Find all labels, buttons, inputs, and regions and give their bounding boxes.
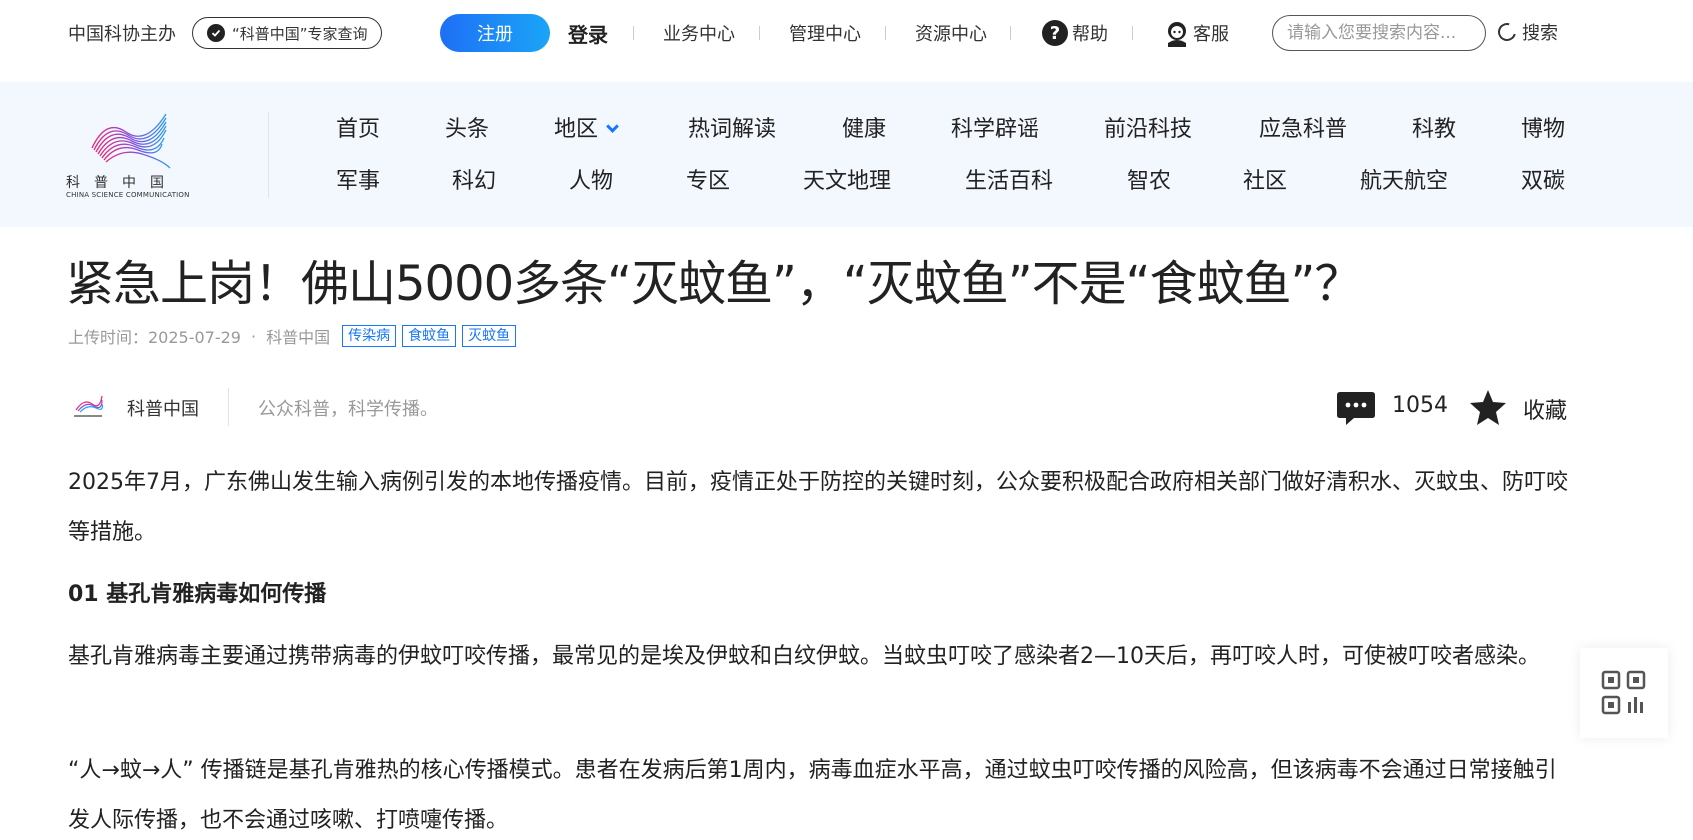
nav-item-hot-words[interactable]: 热词解读: [688, 111, 776, 143]
comment-count[interactable]: 1054: [1392, 393, 1448, 418]
nav-item-agriculture[interactable]: 智农: [1127, 163, 1171, 195]
nav-item-region[interactable]: 地区: [554, 111, 619, 143]
qr-code-icon: [1601, 670, 1646, 715]
upload-time: 上传时间：2025-07-29: [68, 328, 241, 347]
search-input[interactable]: [1272, 15, 1486, 51]
divider: [1132, 26, 1133, 40]
check-icon: [207, 24, 225, 42]
logo-cn-text: 科普中国: [66, 175, 178, 191]
nav-item-frontier-tech[interactable]: 前沿科技: [1104, 111, 1192, 143]
nav-item-life[interactable]: 生活百科: [965, 163, 1053, 195]
divider: [759, 26, 760, 40]
nav-item-rumor-refute[interactable]: 科学辟谣: [951, 111, 1039, 143]
nav-divider: [268, 112, 269, 198]
section-heading: 01 基孔肯雅病毒如何传播: [68, 582, 327, 607]
nav-item-region-label: 地区: [554, 117, 599, 142]
meta-dot: ·: [251, 326, 257, 346]
search-icon: [1494, 19, 1520, 45]
nav-item-headlines[interactable]: 头条: [445, 111, 489, 143]
resource-center-link[interactable]: 资源中心: [915, 20, 987, 46]
paragraph-transmission: 基孔肯雅病毒主要通过携带病毒的伊蚊叮咬传播，最常见的是埃及伊蚊和白纹伊蚊。当蚊虫…: [68, 644, 1540, 669]
author-avatar[interactable]: [70, 392, 106, 420]
help-link[interactable]: 帮助: [1072, 20, 1108, 46]
paragraph-chain: “人→蚊→人” 传播链是基孔肯雅热的核心传播模式。患者在发病后第1周内，病毒血症…: [68, 758, 1557, 833]
star-icon[interactable]: [1468, 388, 1508, 428]
business-center-link[interactable]: 业务中心: [663, 20, 735, 46]
author-divider: [228, 388, 229, 426]
nav-item-astronomy-geo[interactable]: 天文地理: [803, 163, 891, 195]
top-bar: 中国科协主办 “科普中国”专家查询 注册 登录 业务中心 管理中心 资源中心 ?…: [0, 0, 1693, 66]
nav-item-home[interactable]: 首页: [336, 111, 380, 143]
article-source: 科普中国: [266, 328, 331, 347]
qr-code-button[interactable]: [1580, 648, 1668, 738]
author-slogan: 公众科普，科学传播。: [258, 399, 438, 420]
nav-item-scifi[interactable]: 科幻: [452, 163, 496, 195]
article-title: 紧急上岗！佛山5000多条“灭蚊鱼”，“灭蚊鱼”不是“食蚊鱼”？: [66, 256, 1362, 312]
logo-en-text: CHINA SCIENCE COMMUNICATION: [66, 191, 190, 199]
author-row: 科普中国 公众科普，科学传播。 1054 收藏: [68, 388, 1568, 428]
nav-item-museum[interactable]: 博物: [1521, 111, 1565, 143]
nav-item-aerospace[interactable]: 航天航空: [1360, 163, 1448, 195]
article-meta: 上传时间：2025-07-29 · 科普中国 传染病 食蚊鱼 灭蚊鱼: [68, 324, 517, 348]
nav-item-health[interactable]: 健康: [842, 111, 886, 143]
tag-infectious-disease[interactable]: 传染病: [342, 325, 397, 347]
tag-mosquitofish[interactable]: 食蚊鱼: [402, 325, 457, 347]
divider: [633, 26, 634, 40]
management-center-link[interactable]: 管理中心: [789, 20, 861, 46]
logo-wave-icon: [91, 113, 171, 169]
help-icon[interactable]: ?: [1042, 20, 1068, 46]
nav-item-community[interactable]: 社区: [1243, 163, 1287, 195]
nav-item-military[interactable]: 军事: [336, 163, 380, 195]
chevron-down-icon: [606, 120, 619, 133]
site-logo[interactable]: 科普中国 CHINA SCIENCE COMMUNICATION: [66, 108, 204, 202]
nav-item-emergency[interactable]: 应急科普: [1259, 111, 1347, 143]
customer-service-link[interactable]: 客服: [1193, 20, 1229, 46]
divider: [1010, 26, 1011, 40]
search-button-label: 搜索: [1522, 23, 1558, 44]
customer-service-icon[interactable]: [1164, 19, 1190, 47]
nav-item-education[interactable]: 科教: [1412, 111, 1456, 143]
tag-mosquito-killing-fish[interactable]: 灭蚊鱼: [462, 325, 517, 347]
collect-button[interactable]: 收藏: [1523, 393, 1567, 425]
search-button[interactable]: 搜索: [1494, 19, 1558, 45]
organizer-label: 中国科协主办: [68, 24, 176, 45]
comment-icon[interactable]: [1336, 389, 1376, 427]
expert-query-label: “科普中国”专家查询: [232, 24, 368, 43]
paragraph-intro: 2025年7月，广东佛山发生输入病例引发的本地传播疫情。目前，疫情正处于防控的关…: [68, 470, 1568, 545]
nav-item-people[interactable]: 人物: [569, 163, 613, 195]
main-navigation: 科普中国 CHINA SCIENCE COMMUNICATION 首页 头条 地…: [0, 82, 1693, 227]
nav-item-special[interactable]: 专区: [686, 163, 730, 195]
author-name[interactable]: 科普中国: [127, 395, 199, 421]
expert-query-button[interactable]: “科普中国”专家查询: [192, 17, 382, 49]
register-button[interactable]: 注册: [440, 14, 550, 52]
nav-item-carbon[interactable]: 双碳: [1521, 163, 1565, 195]
divider: [885, 26, 886, 40]
login-link[interactable]: 登录: [568, 19, 608, 48]
